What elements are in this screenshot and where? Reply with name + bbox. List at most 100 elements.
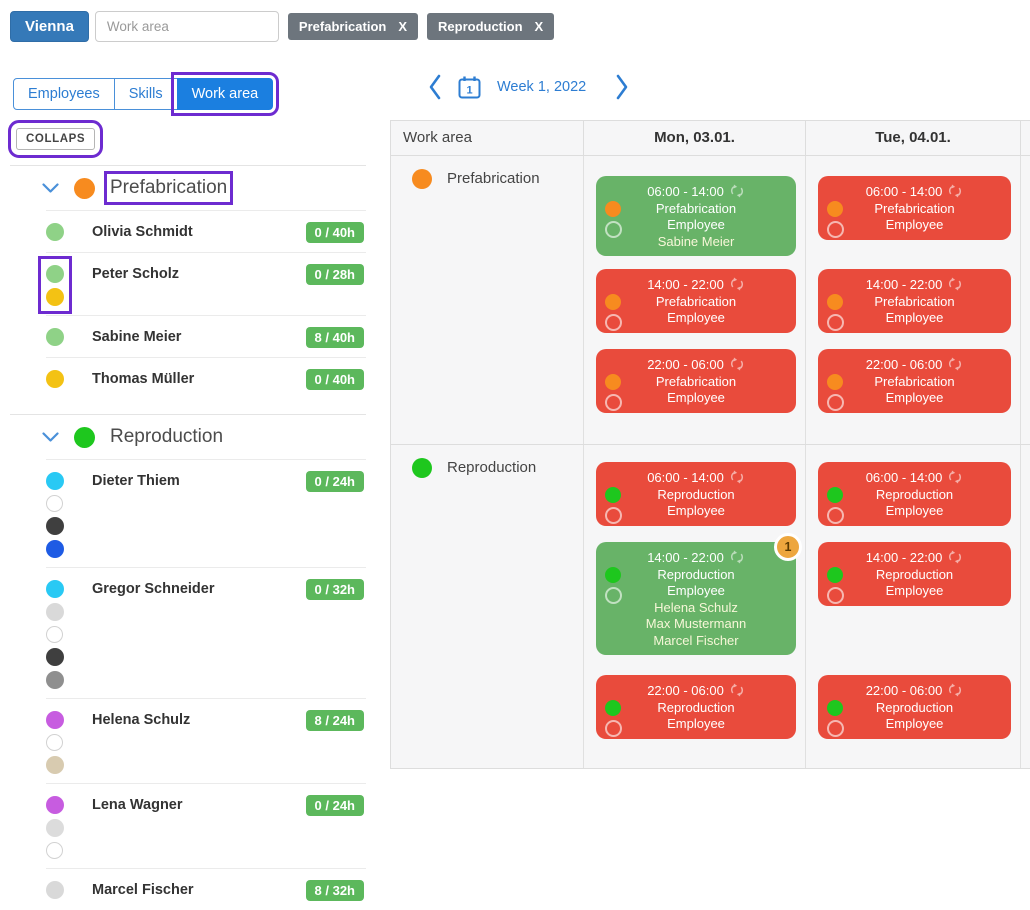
- shift-time: 06:00 - 14:00: [647, 470, 724, 485]
- employee-skill-dots: [46, 579, 92, 689]
- shift-role: Employee: [828, 716, 1001, 733]
- schedule-table-header: Work area Mon, 03.01. Tue, 04.01.: [391, 120, 1030, 156]
- shift-time: 06:00 - 14:00: [866, 470, 943, 485]
- work-area-color-dot: [74, 178, 95, 199]
- shift-card-dots: [827, 201, 844, 238]
- shift-role: Employee: [828, 390, 1001, 407]
- skill-dot: [46, 819, 64, 837]
- assigned-employee: Sabine Meier: [606, 234, 786, 251]
- open-slot-dot: [827, 314, 844, 331]
- employee-name: Olivia Schmidt: [92, 222, 306, 240]
- employee-name: Marcel Fischer: [92, 880, 306, 898]
- schedule-panel: 1 Week 1, 2022 Work area Mon, 03.01. Tue…: [390, 0, 1030, 898]
- group-label: Prefabrication: [110, 177, 227, 199]
- shift-card[interactable]: 14:00 - 22:00ReproductionEmployee: [818, 542, 1011, 606]
- shift-card[interactable]: 22:00 - 06:00ReproductionEmployee: [596, 675, 796, 739]
- calendar-icon: 1: [457, 75, 482, 100]
- shift-role: Employee: [828, 310, 1001, 327]
- employee-skill-dots: [46, 327, 92, 346]
- shift-work-area: Reproduction: [828, 487, 1001, 504]
- employee-row[interactable]: Olivia Schmidt0 / 40h: [46, 210, 366, 252]
- calendar-day-number: 1: [466, 84, 472, 96]
- hours-badge: 0 / 32h: [306, 579, 364, 600]
- shift-time: 06:00 - 14:00: [866, 184, 943, 199]
- skill-dot: [46, 626, 63, 643]
- day-cell-partial: [1020, 445, 1029, 768]
- hours-badge: 8 / 40h: [306, 327, 364, 348]
- shift-card[interactable]: 22:00 - 06:00PrefabricationEmployee: [818, 349, 1011, 413]
- skill-dot: [46, 796, 64, 814]
- shift-work-area: Prefabrication: [606, 374, 786, 391]
- employee-row[interactable]: Helena Schulz8 / 24h: [46, 698, 366, 783]
- employee-skill-dots: [46, 471, 92, 558]
- calendar-button[interactable]: 1: [457, 75, 482, 100]
- column-header-monday: Mon, 03.01.: [583, 121, 805, 155]
- skill-dot: [46, 540, 64, 558]
- skill-dot: [46, 648, 64, 666]
- employee-row[interactable]: Peter Scholz0 / 28h: [46, 252, 366, 315]
- shift-card[interactable]: 14:00 - 22:00PrefabricationEmployee: [596, 269, 796, 333]
- day-cell-partial: [1020, 156, 1029, 444]
- open-slot-dot: [827, 221, 844, 238]
- employee-sidebar: COLLAPS PrefabricationOlivia Schmidt0 / …: [10, 128, 366, 910]
- shift-card[interactable]: 114:00 - 22:00ReproductionEmployeeHelena…: [596, 542, 796, 655]
- shift-work-area: Reproduction: [606, 567, 786, 584]
- work-area-color-dot: [605, 567, 621, 583]
- tab-employees[interactable]: Employees: [13, 78, 115, 110]
- employee-row[interactable]: Sabine Meier8 / 40h: [46, 315, 366, 357]
- column-header-partial: [1020, 121, 1029, 155]
- shift-card[interactable]: 06:00 - 14:00PrefabricationEmployeeSabin…: [596, 176, 796, 256]
- shift-time-line: 22:00 - 06:00: [828, 356, 1001, 374]
- shift-work-area: Prefabrication: [606, 294, 786, 311]
- tab-work-area[interactable]: Work area: [177, 78, 274, 110]
- shift-time-line: 22:00 - 06:00: [606, 356, 786, 374]
- work-area-color-dot: [827, 700, 843, 716]
- work-area-label: Prefabrication: [447, 169, 540, 187]
- shift-time-line: 06:00 - 14:00: [828, 183, 1001, 201]
- work-area-search-input[interactable]: [95, 11, 279, 42]
- shift-card[interactable]: 06:00 - 14:00ReproductionEmployee: [818, 462, 1011, 526]
- week-next-button[interactable]: [615, 74, 629, 100]
- repeat-icon: [729, 469, 745, 485]
- work-area-color-dot: [412, 169, 432, 189]
- shift-card[interactable]: 22:00 - 06:00PrefabricationEmployee: [596, 349, 796, 413]
- employee-row[interactable]: Marcel Fischer8 / 32h: [46, 868, 366, 910]
- shift-card[interactable]: 22:00 - 06:00ReproductionEmployee: [818, 675, 1011, 739]
- skill-dot: [46, 517, 64, 535]
- open-slot-dot: [605, 587, 622, 604]
- shift-card-dots: [827, 294, 844, 331]
- tab-skills[interactable]: Skills: [114, 78, 178, 110]
- employee-row[interactable]: Thomas Müller0 / 40h: [46, 357, 366, 399]
- group-collapse-toggle[interactable]: [42, 183, 59, 194]
- filter-tag-label: Prefabrication: [299, 19, 386, 34]
- week-prev-button[interactable]: [428, 74, 442, 100]
- shift-card[interactable]: 06:00 - 14:00PrefabricationEmployee: [818, 176, 1011, 240]
- repeat-icon: [947, 183, 963, 199]
- shift-time-line: 22:00 - 06:00: [606, 682, 786, 700]
- column-header-work-area: Work area: [391, 121, 583, 155]
- work-area-color-dot: [605, 201, 621, 217]
- skill-dot: [46, 580, 64, 598]
- repeat-icon: [947, 276, 963, 292]
- hours-badge: 0 / 24h: [306, 795, 364, 816]
- employee-row[interactable]: Gregor Schneider0 / 32h: [46, 567, 366, 698]
- collapse-button[interactable]: COLLAPS: [16, 128, 95, 150]
- group-collapse-toggle[interactable]: [42, 432, 59, 443]
- employee-skill-dots: [46, 369, 92, 388]
- shift-time-line: 14:00 - 22:00: [828, 276, 1001, 294]
- employee-row[interactable]: Lena Wagner0 / 24h: [46, 783, 366, 868]
- skill-dot: [46, 671, 64, 689]
- employee-name: Sabine Meier: [92, 327, 306, 345]
- open-slot-dot: [605, 394, 622, 411]
- work-area-color-dot: [827, 374, 843, 390]
- work-area-label: Reproduction: [447, 458, 536, 476]
- employee-row[interactable]: Dieter Thiem0 / 24h: [46, 459, 366, 567]
- shift-card[interactable]: 14:00 - 22:00PrefabricationEmployee: [818, 269, 1011, 333]
- employee-skill-dots: [46, 222, 92, 241]
- shift-time: 22:00 - 06:00: [647, 357, 724, 372]
- day-cell: 06:00 - 14:00PrefabricationEmployeeSabin…: [583, 156, 805, 444]
- work-area-color-dot: [605, 700, 621, 716]
- location-button[interactable]: Vienna: [10, 11, 89, 42]
- shift-card[interactable]: 06:00 - 14:00ReproductionEmployee: [596, 462, 796, 526]
- shift-time: 22:00 - 06:00: [866, 357, 943, 372]
